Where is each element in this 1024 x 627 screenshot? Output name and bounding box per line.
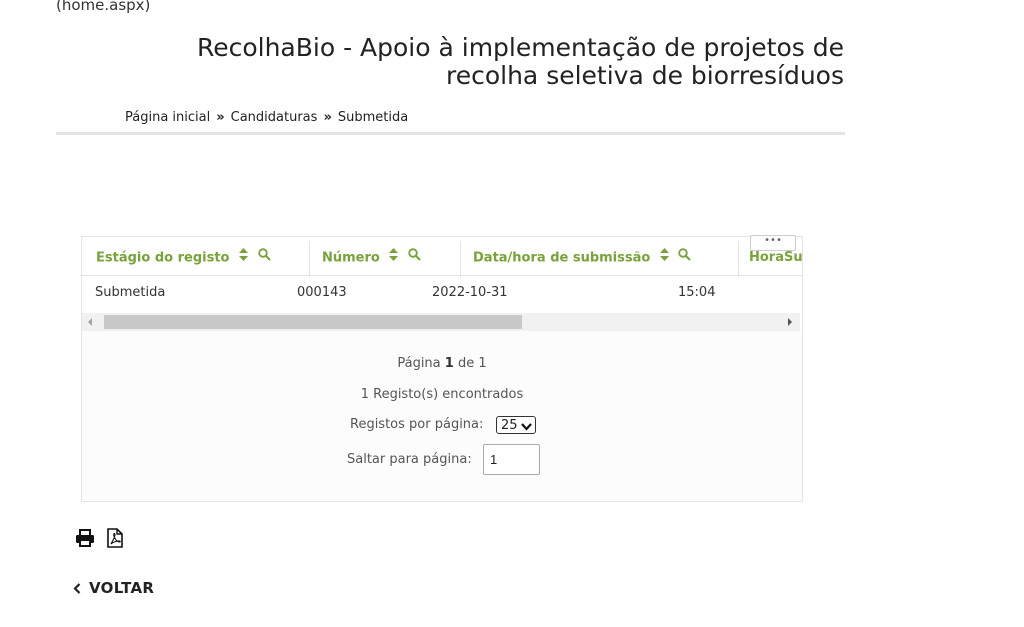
pdf-icon[interactable] — [106, 528, 124, 552]
cell-data: 2022-10-31 — [432, 285, 508, 300]
horizontal-scrollbar[interactable] — [82, 313, 800, 331]
page-current: 1 — [444, 356, 454, 371]
jump-to-page-input[interactable] — [483, 444, 540, 475]
page-indicator: Página 1 de 1 — [82, 356, 802, 371]
page-total: 1 — [478, 356, 487, 371]
chevron-left-icon — [73, 580, 81, 598]
page-title-line1: RecolhaBio - Apoio à implementação de pr… — [196, 33, 844, 62]
page-title: RecolhaBio - Apoio à implementação de pr… — [150, 34, 844, 90]
scrollbar-thumb[interactable] — [104, 315, 522, 329]
back-label: VOLTAR — [89, 579, 155, 597]
breadcrumb-separator: » — [216, 110, 225, 125]
sort-icon[interactable] — [389, 239, 399, 275]
scroll-right-icon[interactable] — [788, 318, 792, 326]
page-middle: de — [457, 356, 475, 371]
cell-estagio: Submetida — [95, 285, 166, 300]
search-icon[interactable] — [678, 239, 692, 275]
jump-label: Saltar para página: — [347, 452, 472, 467]
column-label: Número — [322, 250, 380, 266]
page-title-line2: recolha seletiva de biorresíduos — [445, 61, 844, 90]
sort-icon[interactable] — [239, 239, 248, 275]
breadcrumb: Página inicial » Candidaturas » Submetida — [125, 110, 408, 125]
sort-icon[interactable] — [659, 239, 669, 275]
more-columns-button[interactable]: ••• — [750, 235, 796, 251]
column-header-data[interactable]: Data/hora de submissão — [473, 239, 741, 275]
grid-header: Estágio do registo Número Data/hora de s… — [82, 235, 802, 277]
column-header-estagio[interactable]: Estágio do registo — [96, 239, 306, 275]
column-label: HoraSul — [749, 250, 802, 265]
breadcrumb-candidaturas[interactable]: Candidaturas — [231, 110, 318, 125]
page-prefix: Página — [397, 356, 441, 371]
per-page-select[interactable]: 25 — [496, 416, 536, 434]
cell-numero: 000143 — [297, 285, 347, 300]
breadcrumb-current: Submetida — [337, 110, 409, 125]
title-divider — [56, 132, 845, 135]
results-grid: Estágio do registo Número Data/hora de s… — [81, 235, 803, 502]
search-icon[interactable] — [257, 239, 271, 275]
column-divider — [460, 241, 461, 277]
breadcrumb-home[interactable]: Página inicial — [125, 110, 210, 125]
column-label: Estágio do registo — [96, 250, 230, 266]
cell-hora: 15:04 — [678, 285, 716, 300]
per-page-label: Registos por página: — [350, 417, 484, 432]
url-note: (home.aspx) — [56, 0, 151, 14]
column-divider — [738, 241, 739, 277]
search-icon[interactable] — [408, 239, 421, 275]
breadcrumb-separator: » — [323, 110, 332, 125]
chevron-down-icon — [521, 420, 532, 435]
per-page-value: 25 — [501, 418, 518, 433]
column-header-numero[interactable]: Número — [322, 239, 460, 275]
back-link[interactable]: VOLTAR — [73, 579, 154, 598]
scroll-left-icon[interactable] — [88, 318, 92, 326]
column-divider — [309, 241, 310, 277]
column-label: Data/hora de submissão — [473, 250, 651, 266]
records-found: 1 Registo(s) encontrados — [360, 387, 524, 402]
print-icon[interactable] — [75, 528, 95, 552]
